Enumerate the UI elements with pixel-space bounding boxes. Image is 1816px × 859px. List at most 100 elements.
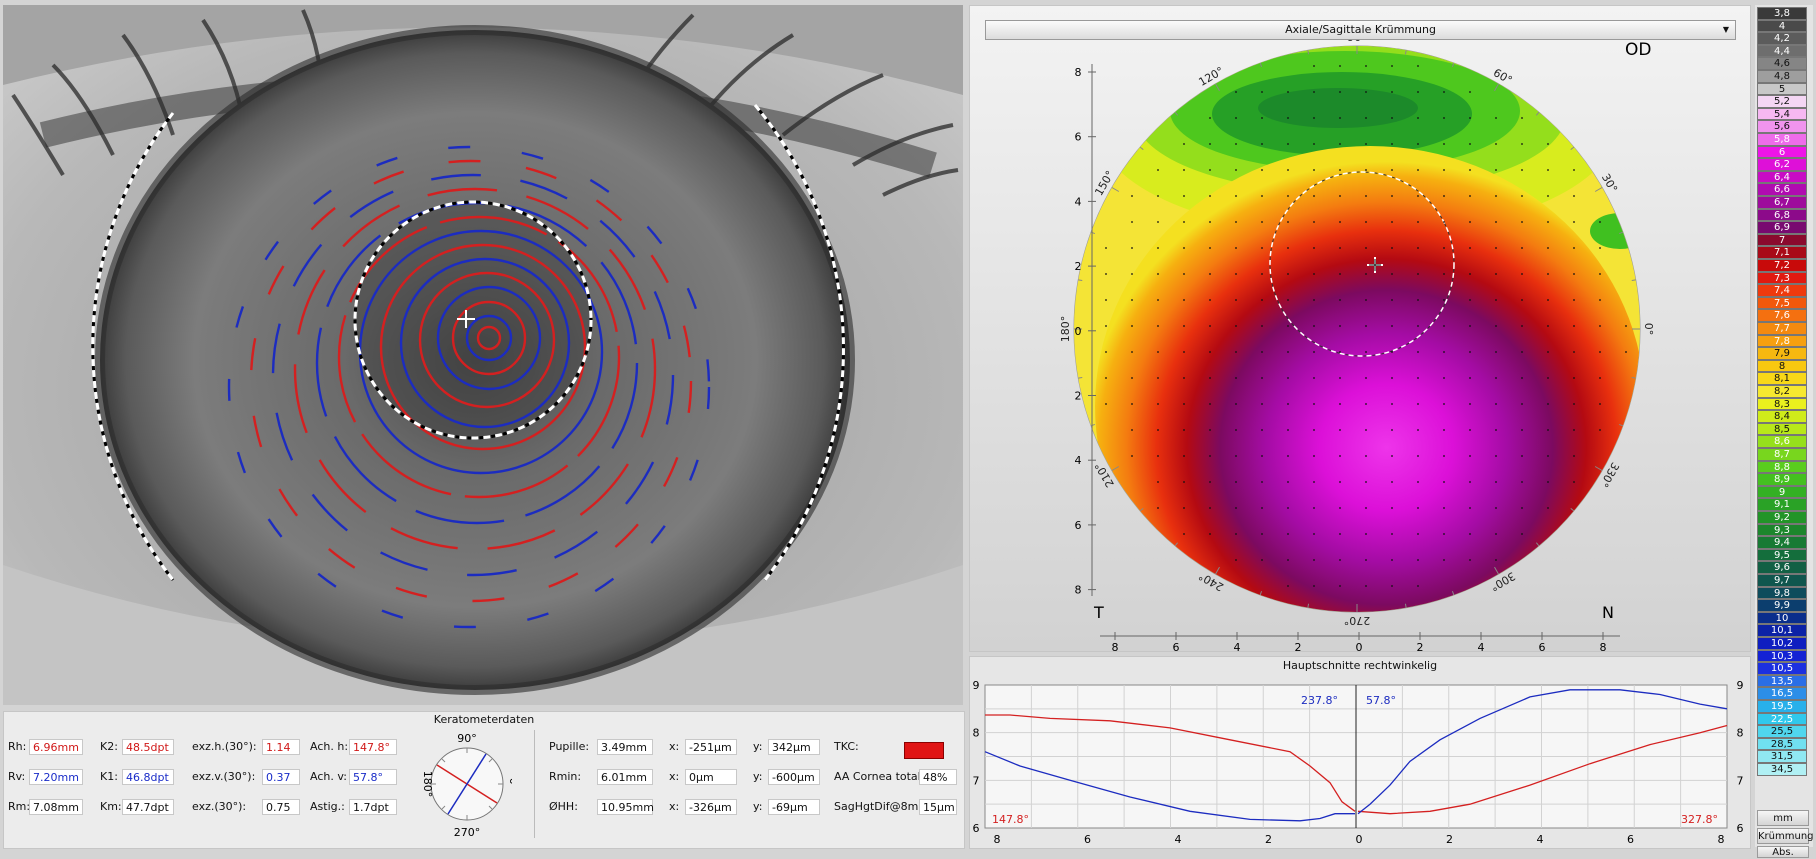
ohh-x-value: -326µm <box>685 799 737 815</box>
scale-cell: 6,4 <box>1757 170 1807 184</box>
scale-cell: 10,1 <box>1757 624 1807 637</box>
ohh-x-label: x: <box>669 800 680 813</box>
scale-cell: 9,3 <box>1757 523 1807 537</box>
scale-cell: 34,5 <box>1757 763 1807 776</box>
scale-cell: 9,1 <box>1757 498 1807 511</box>
scale-cell: 10 <box>1757 611 1807 625</box>
scale-cell: 8,7 <box>1757 448 1807 461</box>
x-tick: 6 <box>1627 833 1634 846</box>
scale-cell: 3,8 <box>1757 7 1807 20</box>
scale-cell: 7 <box>1757 233 1807 247</box>
scale-cell: 8,6 <box>1757 435 1807 448</box>
topography-map[interactable]: 864202468 864202468 90°60°30°0°330°300°2… <box>970 6 1750 651</box>
rmin-value: 6.01mm <box>597 769 653 785</box>
y-tick-right: 8 <box>1737 727 1744 740</box>
scale-cell: 7,2 <box>1757 259 1807 272</box>
achv-value: 57.8° <box>349 769 397 785</box>
scale-cell: 8,5 <box>1757 422 1807 436</box>
axis-tick-label-y: 6 <box>1075 519 1082 532</box>
axis-tick-label-y: 4 <box>1075 195 1082 208</box>
y-tick-right: 9 <box>1737 679 1744 692</box>
rmin-y-value: -600µm <box>768 769 820 785</box>
angle-label: 0° <box>1642 323 1655 336</box>
axis-tick-label-x: 0 <box>1356 641 1363 651</box>
scale-cell: 7,6 <box>1757 309 1807 322</box>
ohh-label: ØHH: <box>549 800 578 813</box>
scale-cell: 8,9 <box>1757 473 1807 486</box>
scale-cell: 6,7 <box>1757 196 1807 209</box>
rm-value: 7.08mm <box>29 799 83 815</box>
scale-cell: 7,9 <box>1757 347 1807 360</box>
chevron-down-icon: ▼ <box>1722 25 1729 34</box>
curvature-button[interactable]: Krümmung <box>1757 828 1814 844</box>
axis-tick-label-x: 2 <box>1295 641 1302 651</box>
aa-cornea-value: 48% <box>919 769 957 785</box>
scale-cell: 9,4 <box>1757 536 1807 549</box>
scale-cell: 16,5 <box>1757 687 1807 700</box>
tkc-indicator <box>904 742 944 759</box>
scale-cell: 6,9 <box>1757 221 1807 234</box>
scale-cell: 8,8 <box>1757 460 1807 474</box>
scale-cell: 9 <box>1757 485 1807 499</box>
scale-cell: 5 <box>1757 82 1807 96</box>
exz-value: 0.75 <box>262 799 300 815</box>
pupille-x-value: -251µm <box>685 739 737 755</box>
pupille-y-label: y: <box>753 740 763 753</box>
scale-cell: 28,5 <box>1757 737 1807 751</box>
hauptschnitte-chart: 9 98 87 76 6 864202468 237.8° 147.8° 57.8° 3… <box>973 679 1744 846</box>
unit-mm-button[interactable]: mm <box>1757 810 1809 826</box>
axis-tick-label-y: 0 <box>1075 325 1082 338</box>
y-tick-left: 7 <box>973 774 980 787</box>
temporal-label: T <box>1093 603 1104 622</box>
scale-cell: 4,8 <box>1757 70 1807 83</box>
scale-cell: 9,2 <box>1757 511 1807 524</box>
scale-cell: 5,6 <box>1757 120 1807 133</box>
scale-cell: 6,8 <box>1757 208 1807 222</box>
eye-image <box>3 5 963 705</box>
kero-divider <box>534 730 535 838</box>
rv-value: 7.20mm <box>29 769 83 785</box>
pupille-y-value: 342µm <box>768 739 820 755</box>
rmin-label: Rmin: <box>549 770 582 783</box>
achh-value: 147.8° <box>349 739 397 755</box>
nasal-label: N <box>1602 603 1614 622</box>
eye-image-panel[interactable] <box>3 5 963 705</box>
exz-label: exz.(30°): <box>192 800 247 813</box>
hauptschnitte-title: Hauptschnitte rechtwinkelig <box>1282 659 1438 672</box>
scale-cell: 7,3 <box>1757 271 1807 285</box>
scale-cell: 9,7 <box>1757 574 1807 587</box>
scale-cell: 4 <box>1757 19 1807 33</box>
rmin-y-label: y: <box>753 770 763 783</box>
scale-cell: 7,7 <box>1757 322 1807 335</box>
exzv-label: exz.v.(30°): <box>192 770 256 783</box>
axis-tick-label-x: 4 <box>1478 641 1485 651</box>
right-bottom-axis-label: 327.8° <box>1681 813 1718 826</box>
scale-cell: 4,4 <box>1757 44 1807 58</box>
scale-cell: 8 <box>1757 359 1807 373</box>
pupille-x-label: x: <box>669 740 680 753</box>
scale-cell: 4,2 <box>1757 32 1807 45</box>
scale-cell: 13,5 <box>1757 674 1807 688</box>
pupille-value: 3.49mm <box>597 739 653 755</box>
ohh-y-label: y: <box>753 800 763 813</box>
y-tick-right: 7 <box>1737 774 1744 787</box>
axis-tick-label-x: 2 <box>1417 641 1424 651</box>
eye-side-label: OD <box>1625 40 1651 60</box>
keratometer-panel: Keratometerdaten Rh: 6.96mm Rv: 7.20mm R… <box>3 711 965 849</box>
scale-cell: 10,3 <box>1757 649 1807 663</box>
scale-cell: 25,5 <box>1757 725 1807 738</box>
map-type-select[interactable]: Axiale/Sagittale Krümmung ▼ <box>985 20 1736 40</box>
tkc-label: TKC: <box>834 740 859 753</box>
scale-cell: 7,8 <box>1757 334 1807 348</box>
scale-cell: 7,5 <box>1757 296 1807 310</box>
axis-tick-label-x: 8 <box>1600 641 1607 651</box>
scale-cell: 8,4 <box>1757 410 1807 423</box>
left-top-axis-label: 237.8° <box>1301 694 1338 707</box>
axis-tick-label-y: 2 <box>1075 390 1082 403</box>
exzv-value: 0.37 <box>262 769 300 785</box>
scale-cell: 8,1 <box>1757 372 1807 385</box>
dial-label-right: 0° <box>507 778 512 791</box>
achh-label: Ach. h: <box>310 740 349 753</box>
x-tick: 6 <box>1084 833 1091 846</box>
absolute-button[interactable]: Abs. <box>1757 846 1809 858</box>
